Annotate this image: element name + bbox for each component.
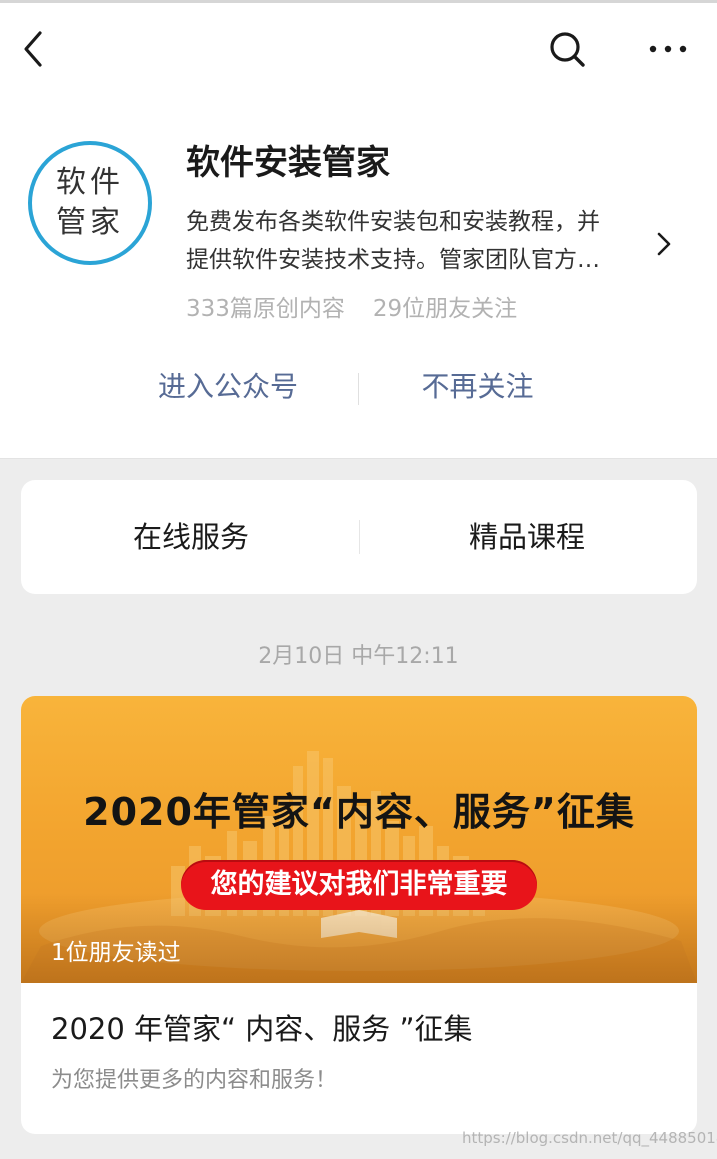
watermark: https://blog.csdn.net/qq_44885018 (462, 1129, 717, 1147)
friends-read-badge: 1位朋友读过 (51, 940, 181, 966)
account-description[interactable]: 免费发布各类软件安装包和安装教程，并 提供软件安装技术支持。管家团队官方… (186, 203, 656, 279)
chevron-right-icon[interactable] (654, 229, 674, 259)
account-name[interactable]: 软件安装管家 (186, 141, 390, 185)
logo-line-1: 软件 (56, 165, 124, 200)
action-divider (358, 373, 359, 405)
logo-line-2: 管家 (56, 205, 124, 240)
article-subtitle: 为您提供更多的内容和服务！ (51, 1068, 338, 1093)
more-dots-icon (649, 45, 687, 53)
search-button[interactable] (545, 27, 589, 71)
menu-online-service[interactable]: 在线服务 (81, 517, 301, 557)
banner-pill-text: 您的建议对我们非常重要 (210, 869, 508, 900)
chevron-left-icon (24, 31, 42, 67)
account-stats: 333篇原创内容 29位朋友关注 (186, 291, 517, 327)
original-count: 333篇原创内容 (186, 296, 345, 322)
description-line-2: 提供软件安装技术支持。管家团队官方… (186, 247, 600, 273)
article-cover-image[interactable]: 2020年管家“内容、服务”征集 您的建议对我们非常重要 1位朋友读过 (21, 696, 697, 983)
banner-title: 2020年管家“内容、服务”征集 (83, 790, 635, 834)
more-button[interactable] (645, 31, 691, 67)
menu-premium-courses[interactable]: 精品课程 (417, 517, 637, 557)
search-icon (550, 32, 585, 67)
menu-divider (359, 520, 360, 554)
account-logo[interactable]: 软件 管家 (28, 141, 152, 265)
enter-account-button[interactable]: 进入公众号 (120, 367, 336, 407)
message-timestamp: 2月10日 中午12:11 (258, 644, 459, 669)
description-line-1: 免费发布各类软件安装包和安装教程，并 (186, 209, 600, 235)
banner-pill: 您的建议对我们非常重要 (181, 860, 537, 910)
account-header: 软件 管家 软件安装管家 免费发布各类软件安装包和安装教程，并 提供软件安装技术… (0, 3, 717, 459)
back-button[interactable] (16, 29, 52, 69)
article-title[interactable]: 2020 年管家“ 内容、服务 ”征集 (51, 1009, 671, 1049)
account-menu: 在线服务 精品课程 (21, 480, 697, 594)
friends-following: 29位朋友关注 (372, 296, 518, 322)
article-card[interactable]: 2020年管家“内容、服务”征集 您的建议对我们非常重要 1位朋友读过 2020… (21, 696, 697, 1134)
logo-text: 软件 管家 (32, 163, 148, 243)
unfollow-button[interactable]: 不再关注 (385, 367, 570, 407)
